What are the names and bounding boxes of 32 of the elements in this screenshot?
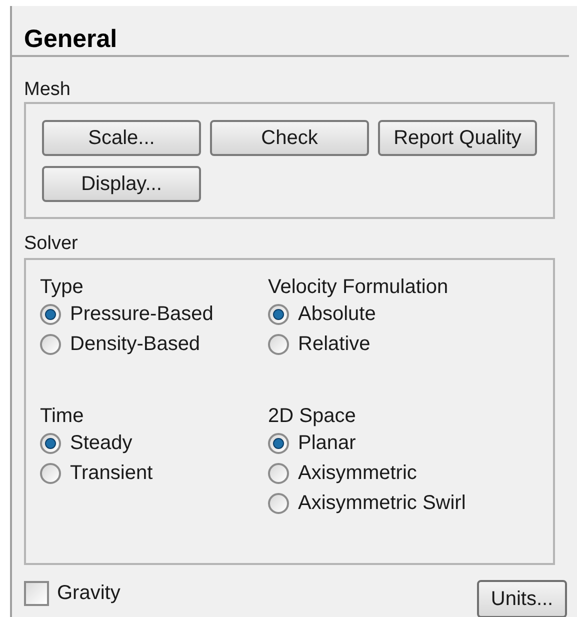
group-label: Solver <box>24 233 79 255</box>
checkbox[interactable] <box>24 580 49 606</box>
group-label: Mesh <box>24 79 72 101</box>
panel-title: General <box>24 25 118 53</box>
radio-button[interactable] <box>268 462 289 484</box>
option-group-title: 2D Space <box>268 404 356 428</box>
radio-button[interactable] <box>40 432 61 454</box>
option-group-title: Velocity Formulation <box>268 275 448 299</box>
radio-button[interactable] <box>40 334 61 354</box>
radio-button[interactable] <box>268 492 289 514</box>
radio-button[interactable] <box>268 432 289 454</box>
radio-label: Transient <box>70 461 153 486</box>
radio-button[interactable] <box>40 462 61 484</box>
radio-label: Relative <box>298 332 370 357</box>
mesh-button[interactable]: Display... <box>42 166 201 202</box>
mesh-button[interactable]: Check <box>210 120 369 156</box>
checkbox-label: Gravity <box>57 581 120 606</box>
radio-label: Pressure-Based <box>70 302 214 327</box>
radio-label: Steady <box>70 431 132 456</box>
units-button[interactable]: Units... <box>477 580 567 617</box>
option-group-title: Time <box>40 404 84 428</box>
radio-label: Absolute <box>298 302 376 327</box>
radio-button[interactable] <box>268 334 289 354</box>
radio-label: Density-Based <box>70 332 200 357</box>
radio-label: Axisymmetric Swirl <box>298 491 466 516</box>
mesh-button[interactable]: Report Quality <box>378 120 537 156</box>
radio-button[interactable] <box>40 304 61 324</box>
radio-label: Planar <box>298 431 356 456</box>
option-group-title: Type <box>40 275 84 299</box>
radio-button[interactable] <box>268 304 289 324</box>
radio-label: Axisymmetric <box>298 461 417 486</box>
mesh-button[interactable]: Scale... <box>42 120 201 156</box>
